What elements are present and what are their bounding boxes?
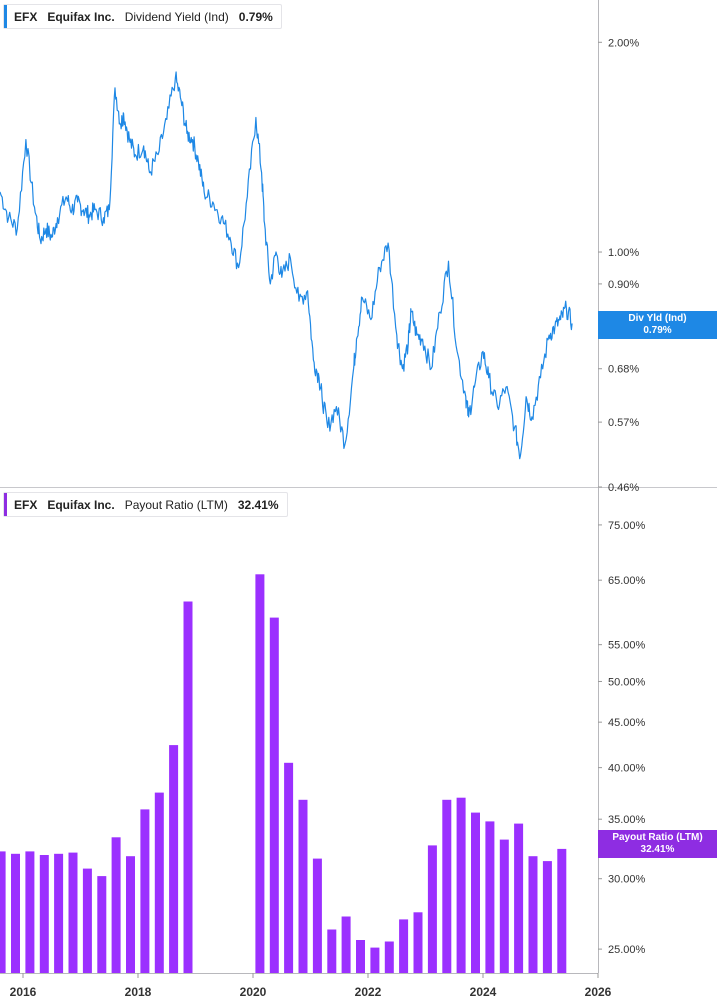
payout-ratio-flag-value: 32.41% <box>640 844 675 855</box>
top-y-tick-label: 0.57% <box>608 417 639 429</box>
x-tick-label: 2018 <box>125 985 152 999</box>
bottom-legend-company: Equifax Inc. <box>47 497 115 512</box>
payout-ratio-bar <box>97 876 107 973</box>
payout-ratio-bar <box>542 861 552 973</box>
top-legend-ticker: EFX <box>14 9 38 24</box>
bottom-y-tick-label: 30.00% <box>608 874 646 886</box>
payout-ratio-bar <box>82 868 92 973</box>
bottom-legend-metric: Payout Ratio (LTM) <box>124 497 228 512</box>
x-tick-label: 2022 <box>355 985 382 999</box>
bottom-legend-ticker: EFX <box>14 497 38 512</box>
payout-ratio-bar <box>169 745 179 973</box>
bottom-legend-value: 32.41% <box>237 497 279 512</box>
x-tick-label: 2016 <box>10 985 37 999</box>
payout-ratio-bar <box>183 601 193 973</box>
bottom-y-tick-label: 45.00% <box>608 717 646 729</box>
payout-ratio-bar <box>471 812 480 973</box>
bottom-legend-swatch <box>4 493 7 516</box>
bottom-y-tick-label: 75.00% <box>608 520 646 532</box>
payout-ratio-bar <box>485 821 495 973</box>
dividend-yield-plot <box>0 71 573 460</box>
dividend-yield-flag-value: 0.79% <box>643 325 672 336</box>
top-y-tick-label: 2.00% <box>608 37 639 49</box>
payout-ratio-bar <box>341 916 351 973</box>
top-y-tick-label: 0.46% <box>608 482 639 494</box>
payout-ratio-bar <box>557 848 567 973</box>
payout-ratio-bar <box>327 929 337 973</box>
payout-ratio-bar <box>54 853 64 973</box>
payout-ratio-bar <box>39 855 49 973</box>
payout-ratio-bar <box>514 823 524 973</box>
payout-ratio-bar <box>111 837 121 973</box>
payout-ratio-bar <box>442 799 452 973</box>
payout-ratio-bar <box>154 792 164 973</box>
top-y-tick-label: 0.90% <box>608 279 639 291</box>
dividend-yield-flag-label: Div Yld (Ind) <box>628 313 687 324</box>
payout-ratio-bar <box>11 853 20 973</box>
payout-ratio-bar <box>269 617 279 973</box>
payout-ratio-bar <box>284 762 294 973</box>
bottom-y-tick-label: 65.00% <box>608 575 646 587</box>
bottom-legend: EFX Equifax Inc. Payout Ratio (LTM) 32.4… <box>3 492 288 517</box>
top-y-tick-label: 1.00% <box>608 247 639 259</box>
payout-ratio-bar <box>456 797 466 973</box>
x-tick-label: 2024 <box>470 985 497 999</box>
payout-ratio-flag: Payout Ratio (LTM) 32.41% <box>598 830 717 858</box>
payout-ratio-bar <box>399 919 409 973</box>
top-legend-metric: Dividend Yield (Ind) <box>124 9 229 24</box>
payout-ratio-bar <box>413 912 423 973</box>
x-tick-label: 2026 <box>585 985 612 999</box>
top-legend-value: 0.79% <box>238 9 273 24</box>
top-legend-swatch <box>4 5 7 28</box>
bottom-y-tick-label: 55.00% <box>608 640 646 652</box>
payout-ratio-bar <box>370 947 380 973</box>
payout-ratio-bar <box>68 852 78 973</box>
top-y-tick-label: 0.68% <box>608 364 639 376</box>
top-legend: EFX Equifax Inc. Dividend Yield (Ind) 0.… <box>3 4 282 29</box>
payout-ratio-bar <box>25 851 35 973</box>
payout-ratio-bar <box>384 941 394 973</box>
x-tick-label: 2020 <box>240 985 267 999</box>
payout-ratio-bar <box>356 940 365 973</box>
payout-ratio-bar <box>298 799 308 973</box>
payout-ratio-bar <box>499 839 509 973</box>
dividend-yield-line <box>0 71 573 460</box>
payout-ratio-flag-label: Payout Ratio (LTM) <box>612 832 703 843</box>
payout-ratio-bar <box>126 856 135 973</box>
payout-ratio-bar <box>528 856 538 973</box>
payout-ratio-bar <box>140 809 150 973</box>
bottom-y-tick-label: 50.00% <box>608 676 646 688</box>
bottom-y-tick-label: 40.00% <box>608 763 646 775</box>
bottom-y-tick-label: 25.00% <box>608 944 646 956</box>
payout-ratio-bar <box>255 574 265 973</box>
payout-ratio-bar <box>312 858 322 973</box>
payout-ratio-bar <box>0 851 6 973</box>
bottom-y-tick-label: 35.00% <box>608 814 646 826</box>
payout-ratio-plot <box>0 574 567 973</box>
top-legend-company: Equifax Inc. <box>47 9 115 24</box>
dividend-yield-flag: Div Yld (Ind) 0.79% <box>598 311 717 339</box>
payout-ratio-bar <box>427 845 437 973</box>
